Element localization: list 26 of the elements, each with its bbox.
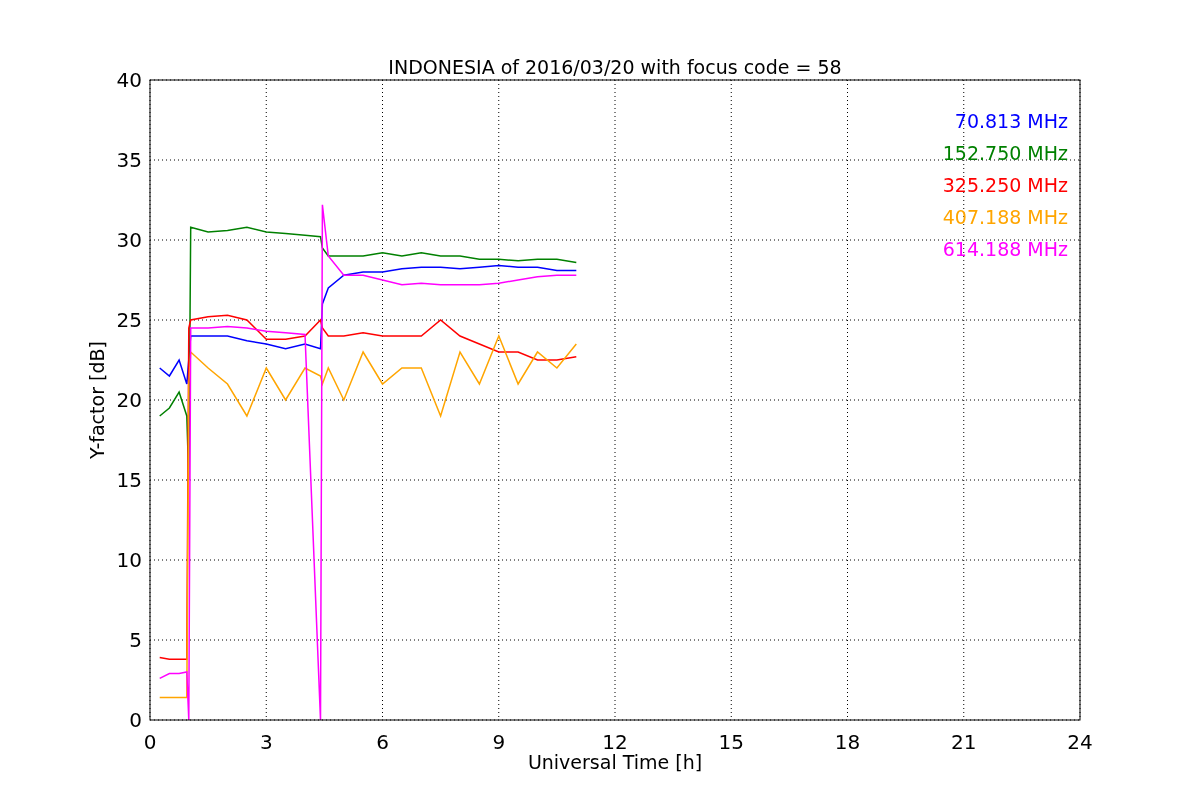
y-tick-label: 35 (116, 148, 142, 172)
y-tick-label: 15 (116, 468, 142, 492)
x-tick-label: 6 (376, 730, 389, 754)
legend-label: 70.813 MHz (954, 110, 1068, 132)
chart-title: INDONESIA of 2016/03/20 with focus code = 58 (388, 56, 842, 78)
y-tick-label: 40 (116, 68, 142, 92)
y-axis-title: Y-factor [dB] (86, 341, 108, 459)
x-tick-label: 12 (602, 730, 628, 754)
y-tick-label: 5 (129, 628, 142, 652)
x-tick-label: 18 (834, 730, 861, 754)
legend-label: 407.188 MHz (942, 206, 1068, 228)
y-tick-label: 30 (116, 228, 142, 252)
legend-label: 325.250 MHz (942, 174, 1068, 196)
legend-label: 614.188 MHz (942, 238, 1068, 260)
x-tick-label: 21 (951, 730, 977, 754)
x-tick-label: 24 (1067, 730, 1093, 754)
legend-label: 152.750 MHz (942, 142, 1068, 164)
x-tick-label: 9 (492, 730, 506, 754)
x-tick-label: 3 (259, 730, 273, 754)
y-tick-label: 10 (116, 548, 142, 572)
y-tick-label: 25 (116, 308, 142, 332)
x-tick-label: 15 (718, 730, 744, 754)
x-axis-title: Universal Time [h] (527, 751, 703, 773)
y-tick-label: 0 (129, 708, 142, 732)
x-tick-label: 0 (143, 730, 157, 754)
y-tick-label: 20 (116, 388, 142, 412)
